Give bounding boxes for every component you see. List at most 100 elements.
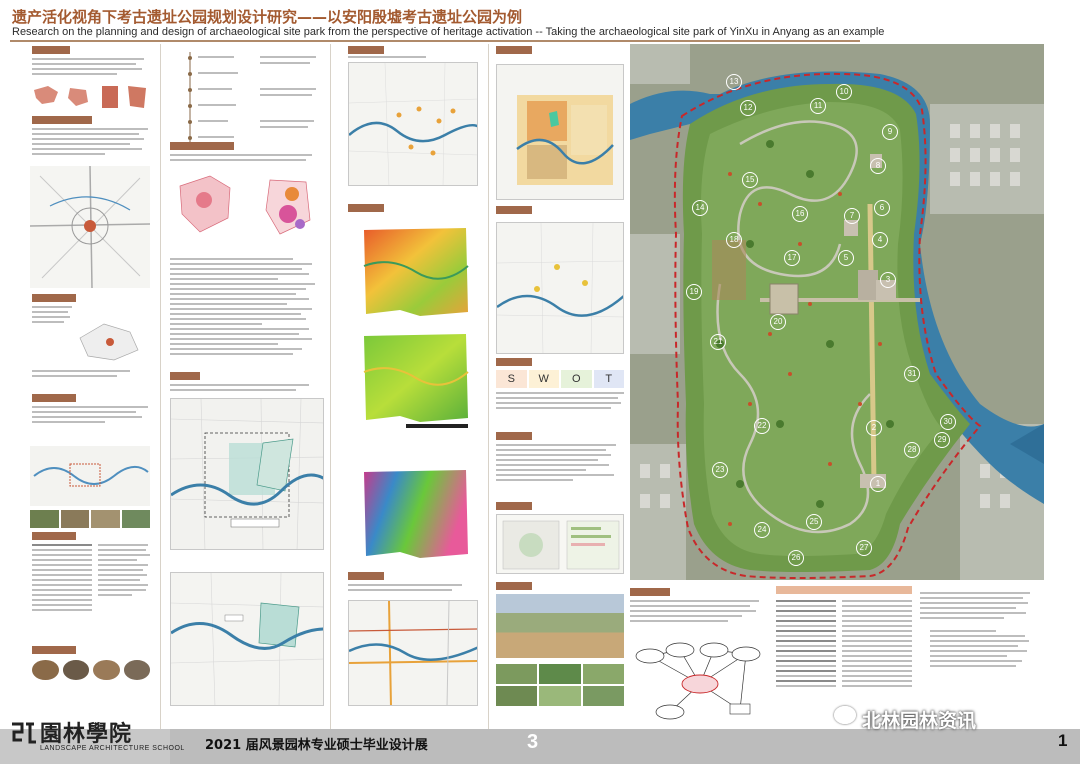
plan-marker: 11 — [810, 98, 826, 114]
text-block — [630, 600, 770, 625]
slope-heatmap — [363, 334, 469, 422]
school-logo-icon — [12, 722, 36, 744]
section-tag — [32, 294, 76, 302]
section-tag — [496, 206, 532, 214]
school-name-en: LANDSCAPE ARCHITECTURE SCHOOL — [40, 745, 185, 752]
scale-bar — [406, 424, 468, 428]
plan-marker: 13 — [726, 74, 742, 90]
plan-marker: 3 — [880, 272, 896, 288]
section-tag — [32, 532, 76, 540]
plan-marker: 16 — [792, 206, 808, 222]
aspect-heatmap — [364, 470, 468, 558]
plan-marker: 9 — [882, 124, 898, 140]
artifact-icon — [123, 660, 150, 680]
plan-marker: 31 — [904, 366, 920, 382]
plan-marker: 18 — [726, 232, 742, 248]
wechat-icon — [834, 706, 856, 724]
masterplan: 13 12 11 10 9 8 15 14 6 7 4 5 3 16 17 19… — [630, 44, 1044, 580]
text-block — [920, 592, 1040, 622]
artifact-icons — [32, 660, 150, 680]
plan-marker: 17 — [784, 250, 800, 266]
elevation-heatmap — [363, 228, 469, 316]
flowchart-steps — [776, 600, 836, 690]
regional-site-map — [348, 62, 478, 186]
water-network-map — [496, 222, 624, 354]
swot-opportunities: O — [561, 370, 592, 388]
text-block — [348, 56, 478, 61]
plan-marker: 24 — [754, 522, 770, 538]
concept-diagram — [496, 514, 624, 574]
plan-marker: 19 — [686, 284, 702, 300]
plan-marker: 15 — [742, 172, 758, 188]
scene-photo — [582, 664, 624, 684]
plan-marker: 30 — [940, 414, 956, 430]
text-block — [32, 306, 72, 326]
plan-marker: 22 — [754, 418, 770, 434]
site-river-map — [30, 446, 150, 506]
land-use-map — [496, 64, 624, 200]
text-block — [170, 258, 324, 358]
section-tag — [32, 394, 76, 402]
text-block — [32, 128, 154, 158]
section-tag — [170, 372, 200, 380]
plan-marker: 20 — [770, 314, 786, 330]
site-photo — [91, 510, 120, 528]
plan-marker: 23 — [712, 462, 728, 478]
section-tag — [348, 572, 384, 580]
site-photo — [121, 510, 150, 528]
column-divider — [160, 44, 161, 729]
plan-marker: 26 — [788, 550, 804, 566]
text-block — [32, 370, 154, 380]
plan-marker: 28 — [904, 442, 920, 458]
column-divider — [330, 44, 331, 729]
school-name-cn: 園林學院 — [40, 721, 133, 747]
plan-marker: 10 — [836, 84, 852, 100]
page-number: 1 — [1058, 731, 1068, 750]
section-tag — [496, 358, 532, 366]
plan-marker: 25 — [806, 514, 822, 530]
title-band: 遗产活化视角下考古遗址公园规划设计研究——以安阳殷墟考古遗址公园为例 Resea… — [0, 0, 1080, 42]
site-photo-strip — [30, 510, 150, 528]
traffic-map — [348, 600, 478, 706]
plan-marker: 21 — [710, 334, 726, 350]
plan-marker: 4 — [872, 232, 888, 248]
section-tag — [496, 432, 532, 440]
plan-marker: 7 — [844, 208, 860, 224]
swot-weaknesses: W — [528, 370, 559, 388]
scene-photo — [582, 686, 624, 706]
history-timeline — [188, 52, 316, 144]
section-tag — [32, 646, 76, 654]
text-block — [496, 444, 624, 484]
plan-marker: 1 — [870, 476, 886, 492]
zoning-diagrams — [179, 175, 311, 235]
swot-text — [496, 392, 624, 412]
section-tag — [170, 142, 234, 150]
scene-photo — [539, 664, 581, 684]
artifact-icon — [32, 660, 59, 680]
column-divider — [488, 44, 489, 729]
relationship-network — [635, 642, 761, 720]
poster-board: 遗产活化视角下考古遗址公园规划设计研究——以安阳殷墟考古遗址公园为例 Resea… — [0, 0, 1080, 764]
plan-marker: 2 — [866, 420, 882, 436]
flowchart-table — [842, 600, 912, 690]
site-overlay-map — [170, 398, 324, 550]
section-tag — [496, 46, 532, 54]
section-tag — [348, 204, 384, 212]
poster-title-en: Research on the planning and design of a… — [12, 26, 885, 38]
location-map-thumbnails — [34, 86, 146, 108]
text-block — [930, 630, 1040, 670]
site-river-map-2 — [170, 572, 324, 706]
plan-marker: 29 — [934, 432, 950, 448]
title-divider — [10, 40, 860, 42]
regional-road-map — [30, 166, 150, 288]
plan-marker: 27 — [856, 540, 872, 556]
poster-title-cn: 遗产活化视角下考古遗址公园规划设计研究——以安阳殷墟考古遗址公园为例 — [12, 8, 523, 26]
section-tag — [32, 46, 70, 54]
plan-marker: 12 — [740, 100, 756, 116]
plan-marker: 5 — [838, 250, 854, 266]
site-photo — [30, 510, 59, 528]
scene-photo — [496, 686, 538, 706]
section-tag — [630, 588, 670, 596]
district-map — [79, 323, 139, 361]
data-table — [32, 544, 92, 614]
